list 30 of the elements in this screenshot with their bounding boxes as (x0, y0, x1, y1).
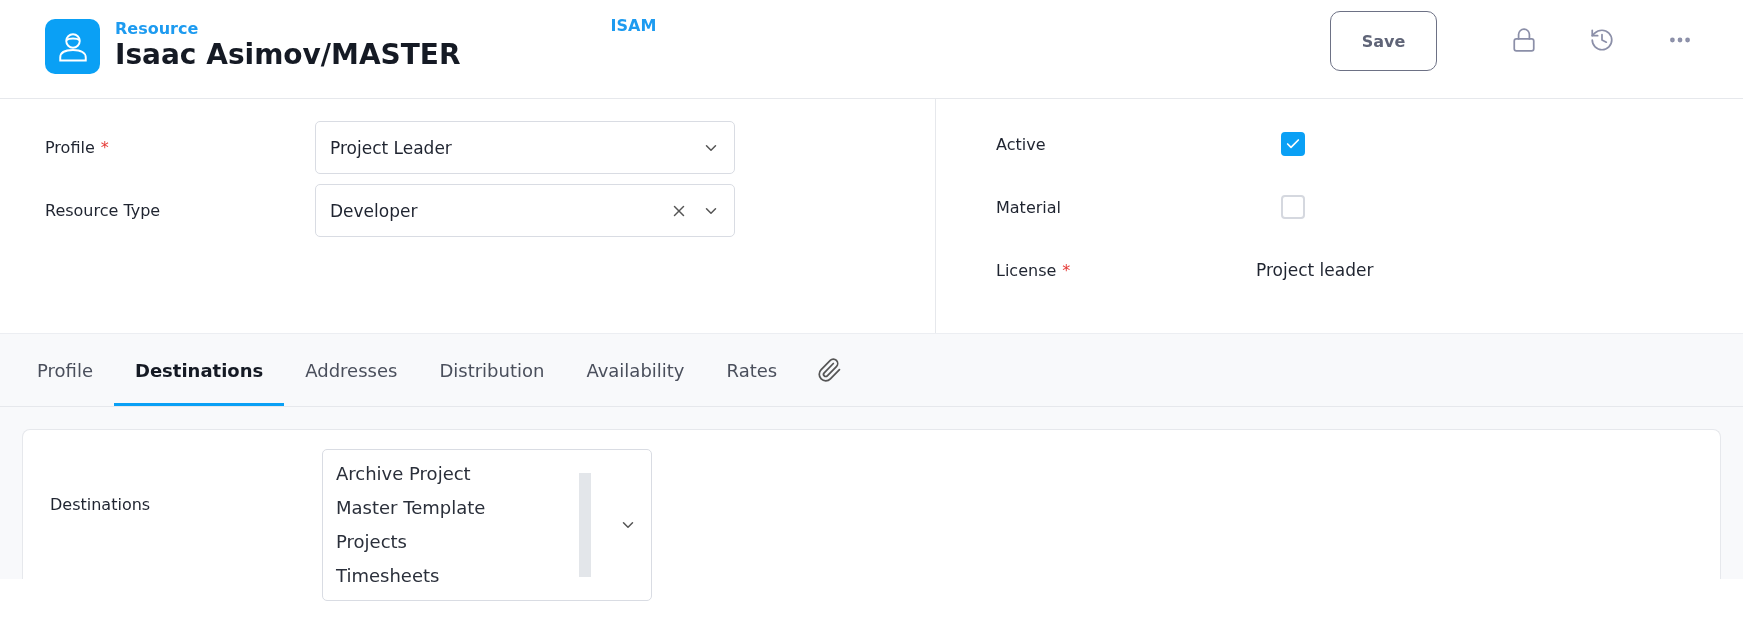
select-field[interactable]: Developer (315, 184, 735, 237)
record-code: ISAM (610, 16, 657, 35)
list-item[interactable]: Projects (336, 524, 579, 559)
record-title: Isaac Asimov/MASTER (115, 38, 461, 71)
tab[interactable]: Profile (16, 334, 114, 406)
save-button[interactable]: Save (1330, 11, 1437, 71)
destinations-listbox[interactable]: Archive Project Master Template Projects Timesheets (322, 448, 652, 601)
tab[interactable]: Rates (705, 334, 799, 406)
list-item[interactable]: Master Template (336, 490, 579, 525)
tab[interactable]: Availability (565, 334, 706, 406)
field-label: Active (996, 134, 1047, 154)
tab[interactable]: Addresses (284, 334, 419, 406)
tab[interactable]: Distribution (418, 334, 566, 406)
history-icon[interactable] (1589, 27, 1615, 53)
field-label: License * (996, 260, 1072, 280)
checkbox[interactable] (1281, 132, 1305, 156)
required-mark: * (1062, 260, 1071, 280)
required-mark: * (100, 138, 109, 157)
list-item[interactable]: Archive Project (336, 456, 579, 491)
record-type: Resource (115, 19, 200, 38)
field-value: Project leader (1256, 260, 1374, 280)
field-label: Material (996, 197, 1062, 217)
field-label: Resource Type (45, 201, 162, 220)
field-label: Profile * (45, 138, 110, 157)
lock-icon[interactable] (1511, 27, 1537, 53)
person-icon (45, 19, 100, 74)
scrollbar[interactable] (579, 472, 591, 577)
select-field[interactable]: Project Leader (315, 121, 735, 174)
field-label: Destinations (50, 495, 152, 514)
list-item[interactable]: Timesheets (336, 558, 579, 593)
